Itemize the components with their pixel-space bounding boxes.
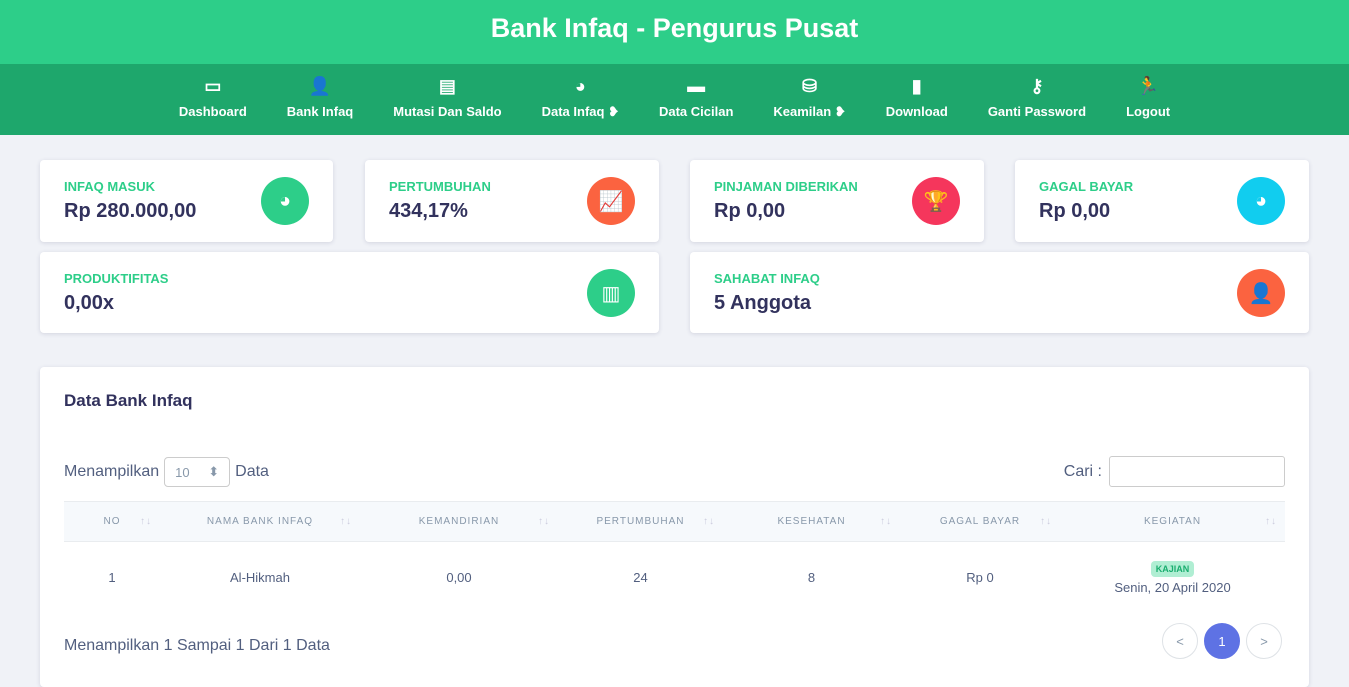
pie-chart-icon: ◕: [574, 76, 586, 96]
nav-keamilan[interactable]: ⛁ Keamilan ❥: [753, 64, 865, 135]
stat-gagal-bayar: Gagal Bayar Rp 0,00 ◕: [1015, 160, 1309, 242]
nav-bank-infaq[interactable]: 👤 Bank Infaq: [267, 64, 373, 135]
bar-chart-icon: ▮: [911, 76, 922, 96]
sort-icon: ↑↓: [880, 516, 892, 527]
table-row: 1 Al-Hikmah 0,00 24 8 Rp 0 KAJIAN Senin, …: [64, 542, 1285, 614]
col-kegiatan[interactable]: KEGIATAN ↑↓: [1060, 501, 1285, 542]
credit-card-icon: ▬: [687, 76, 706, 96]
nav-data-infaq[interactable]: ◕ Data Infaq ❥: [522, 64, 639, 135]
stat-pinjaman: Pinjaman Diberikan Rp 0,00 🏆: [690, 160, 984, 242]
sort-icon: ↑↓: [703, 516, 715, 527]
key-icon: ⚷: [1030, 76, 1044, 96]
data-table-card: Data Bank Infaq Menampilkan 10 ⬍ Data Car…: [40, 367, 1309, 687]
pagination-prev[interactable]: <: [1162, 623, 1198, 659]
pie-chart-icon: ◕: [261, 177, 309, 225]
pie-chart-icon: ◕: [1237, 177, 1285, 225]
page-length-select[interactable]: 10 ⬍: [164, 457, 231, 487]
pagination-page-1[interactable]: 1: [1204, 623, 1240, 659]
user-icon: 👤: [308, 76, 332, 96]
stat-produktifitas: Produktifitas 0,00x ▥: [40, 252, 659, 333]
monitor-icon: ▭: [204, 76, 222, 96]
col-kemandirian[interactable]: KEMANDIRIAN ↑↓: [360, 501, 558, 542]
col-nama[interactable]: NAMA BANK INFAQ ↑↓: [160, 501, 360, 542]
nav-ganti-password[interactable]: ⚷ Ganti Password: [968, 64, 1106, 135]
col-no[interactable]: NO ↑↓: [64, 501, 160, 542]
document-icon: ▤: [438, 76, 456, 96]
trophy-icon: 🏆: [912, 177, 960, 225]
bar-chart-icon: ▥: [587, 269, 635, 317]
sort-icon: ↑↓: [1040, 516, 1052, 527]
sort-icon: ↑↓: [340, 516, 352, 527]
stat-infaq-masuk: Infaq Masuk Rp 280.000,00 ◕: [40, 160, 333, 242]
nav-logout[interactable]: 🏃 Logout: [1106, 64, 1190, 135]
main-nav: ▭ Dashboard 👤 Bank Infaq ▤ Mutasi Dan Saldo…: [0, 64, 1349, 135]
nav-mutasi[interactable]: ▤ Mutasi Dan Saldo: [373, 64, 521, 135]
table-info: Menampilkan 1 Sampai 1 Dari 1 Data: [64, 637, 330, 654]
sort-icon: ↑↓: [538, 516, 550, 527]
pagination-next[interactable]: >: [1246, 623, 1282, 659]
page-length: Menampilkan 10 ⬍ Data: [64, 457, 269, 487]
user-icon: 👤: [1237, 269, 1285, 317]
sort-icon: ↑↓: [140, 516, 152, 527]
nav-data-cicilan[interactable]: ▬ Data Cicilan: [639, 64, 753, 135]
data-table: NO ↑↓ NAMA BANK INFAQ ↑↓ KEMANDIRIAN ↑↓ PER…: [64, 501, 1285, 614]
running-icon: 🏃: [1136, 76, 1160, 96]
search: Cari :: [1064, 456, 1285, 487]
stat-pertumbuhan: Pertumbuhan 434,17% 📈: [365, 160, 659, 242]
col-pertumbuhan[interactable]: PERTUMBUHAN ↑↓: [558, 501, 723, 542]
nav-dashboard[interactable]: ▭ Dashboard: [159, 64, 267, 135]
coins-icon: ⛁: [802, 76, 818, 96]
col-gagal-bayar[interactable]: GAGAL BAYAR ↑↓: [900, 501, 1060, 542]
kegiatan-badge: KAJIAN: [1150, 561, 1195, 578]
nav-download[interactable]: ▮ Download: [866, 64, 968, 135]
line-chart-icon: 📈: [587, 177, 635, 225]
col-kesehatan[interactable]: KESEHATAN ↑↓: [723, 501, 900, 542]
stat-sahabat-infaq: Sahabat Infaq 5 Anggota 👤: [690, 252, 1309, 333]
app-header: Bank Infaq - Pengurus Pusat: [0, 0, 1349, 64]
sort-icon: ↑↓: [1265, 516, 1277, 527]
search-input[interactable]: [1109, 456, 1285, 487]
table-title: Data Bank Infaq: [64, 391, 193, 410]
sort-arrows-icon: ⬍: [208, 464, 220, 479]
